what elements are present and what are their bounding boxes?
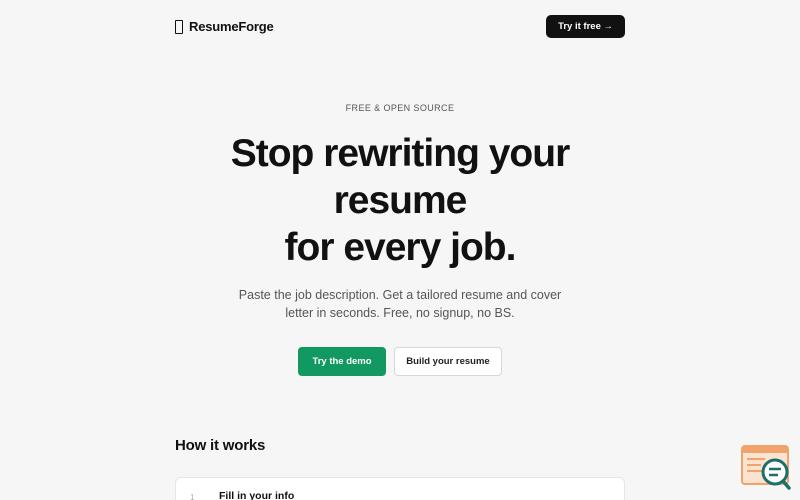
subtitle-line: Paste the job description. Get a tailore… xyxy=(238,288,562,302)
hero-eyebrow: FREE & OPEN SOURCE xyxy=(345,103,455,113)
try-demo-button[interactable]: Try the demo xyxy=(298,347,386,376)
hero-actions: Try the demo Build your resume xyxy=(0,347,800,376)
step-number: 1 xyxy=(190,493,195,500)
step-title: Fill in your info xyxy=(219,490,295,500)
hero-subtitle: Paste the job description. Get a tailore… xyxy=(0,286,800,322)
widget-graphic xyxy=(741,445,791,490)
build-resume-button[interactable]: Build your resume xyxy=(394,347,502,376)
subtitle-line: letter in seconds. Free, no signup, no B… xyxy=(285,306,515,320)
chat-search-widget-icon[interactable] xyxy=(741,445,791,490)
step-card[interactable]: 1 Fill in your info xyxy=(175,477,625,500)
brand-name: ResumeForge xyxy=(189,19,274,34)
how-it-works-title: How it works xyxy=(175,437,266,454)
landing-page: ResumeForge Try it free → FREE & OPEN SO… xyxy=(0,0,800,500)
headline-line: for every job. xyxy=(284,226,517,269)
headline-line: Stop rewriting your xyxy=(230,132,571,175)
brand-logo[interactable]: ResumeForge xyxy=(175,19,274,34)
top-nav: ResumeForge Try it free → xyxy=(175,15,625,38)
try-it-free-button[interactable]: Try it free → xyxy=(546,15,625,38)
hero-headline: Stop rewriting your resume for every job… xyxy=(0,130,800,271)
headline-line: resume xyxy=(333,179,468,222)
page-icon xyxy=(175,19,183,34)
